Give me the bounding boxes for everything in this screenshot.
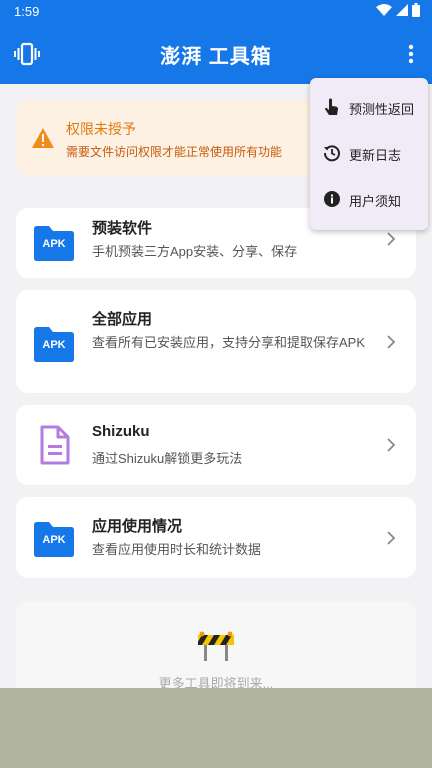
menu-item-user-notice[interactable]: 用户须知: [310, 177, 428, 223]
apk-label: APK: [42, 339, 66, 351]
card-title: 全部应用: [92, 311, 153, 328]
battery-icon: [412, 3, 420, 17]
warning-icon: [32, 128, 54, 148]
signal-icon: [396, 4, 408, 16]
construction-barrier-icon: [198, 631, 234, 661]
menu-item-changelog[interactable]: 更新日志: [310, 131, 428, 177]
menu-item-label: 用户须知: [349, 194, 402, 209]
card-app-usage[interactable]: APK 应用使用情况 查看应用使用时长和统计数据: [16, 497, 416, 578]
app-bar: 澎湃 工具箱: [0, 24, 432, 84]
more-vert-icon[interactable]: [406, 42, 416, 66]
history-icon: [323, 145, 340, 162]
app-title: 澎湃 工具箱: [160, 46, 272, 68]
apk-folder-icon: APK: [34, 517, 74, 557]
more-tools-panel: 更多工具即将到来...: [16, 601, 416, 701]
banner-title: 权限未授予: [66, 121, 136, 137]
menu-item-label: 预测性返回: [349, 102, 415, 117]
menu-item-label: 更新日志: [349, 148, 402, 163]
wifi-icon: [376, 4, 392, 16]
chevron-right-icon: [387, 335, 396, 349]
status-icons: [376, 3, 420, 17]
chevron-right-icon: [387, 232, 396, 246]
apk-label: APK: [42, 534, 66, 546]
card-subtitle: 通过Shizuku解锁更多玩法: [92, 451, 243, 466]
apk-folder-icon: APK: [34, 221, 74, 261]
card-title: Shizuku: [92, 423, 150, 440]
card-title: 预装软件: [92, 220, 153, 237]
overflow-menu: 预测性返回 更新日志 用户须知: [310, 78, 428, 230]
status-time: 1:59: [14, 4, 40, 19]
card-shizuku[interactable]: Shizuku 通过Shizuku解锁更多玩法: [16, 405, 416, 485]
status-bar: 1:59: [0, 0, 432, 24]
card-subtitle: 手机预装三方App安装、分享、保存: [92, 244, 298, 259]
card-all-apps[interactable]: APK 全部应用 查看所有已安装应用，支持分享和提取保存APK: [16, 290, 416, 393]
document-icon: [40, 425, 70, 465]
menu-item-predictive-back[interactable]: 预测性返回: [310, 85, 428, 131]
bottom-overlay: [0, 688, 432, 768]
apk-folder-icon: APK: [34, 322, 74, 362]
chevron-right-icon: [387, 438, 396, 452]
banner-subtitle: 需要文件访问权限才能正常使用所有功能: [66, 145, 283, 159]
card-subtitle: 查看应用使用时长和统计数据: [92, 542, 262, 557]
touch-icon: [325, 98, 338, 115]
chevron-right-icon: [387, 531, 396, 545]
card-title: 应用使用情况: [92, 518, 183, 535]
apk-label: APK: [42, 238, 66, 250]
info-icon: [324, 191, 340, 207]
card-subtitle: 查看所有已安装应用，支持分享和提取保存APK: [92, 335, 366, 350]
